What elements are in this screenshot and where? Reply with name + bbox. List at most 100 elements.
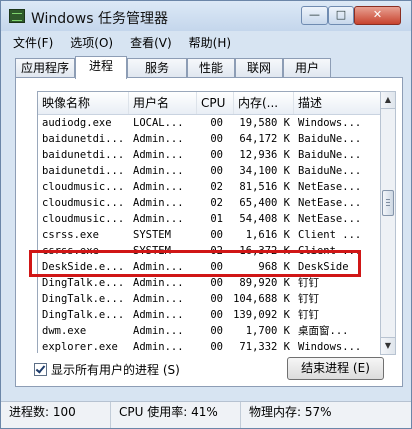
process-user-name: LOCAL... bbox=[133, 117, 184, 129]
tab-users[interactable]: 用户 bbox=[283, 58, 331, 78]
tab-services[interactable]: 服务 bbox=[127, 58, 187, 78]
menu-options[interactable]: 选项(O) bbox=[62, 32, 122, 51]
tab-applications[interactable]: 应用程序 bbox=[15, 58, 75, 78]
process-description: BaiduNe... bbox=[298, 165, 362, 177]
process-memory: 1,616 K bbox=[245, 229, 290, 241]
column-cpu[interactable]: CPU bbox=[197, 92, 234, 114]
process-user-name: Admin... bbox=[133, 165, 184, 177]
process-cpu: 02 bbox=[210, 181, 223, 193]
process-image-name: dwm.exe bbox=[42, 325, 87, 337]
maximize-button[interactable]: □ bbox=[328, 6, 354, 25]
process-image-name: DingTalk.e... bbox=[42, 277, 125, 289]
process-list[interactable]: 映像名称 用户名 CPU 内存(... 描述 audiodg.exe LOCAL.… bbox=[37, 91, 380, 355]
process-image-name: cloudmusic... bbox=[42, 213, 125, 225]
column-user-name[interactable]: 用户名 bbox=[129, 92, 197, 114]
process-memory: 968 K bbox=[258, 261, 290, 273]
column-description[interactable]: 描述 bbox=[294, 92, 380, 114]
process-image-name: cloudmusic... bbox=[42, 181, 125, 193]
process-image-name: audiodg.exe bbox=[42, 117, 112, 129]
process-image-name: csrss.exe bbox=[42, 229, 99, 241]
close-button[interactable]: ✕ bbox=[354, 6, 401, 25]
process-description: 钉钉 bbox=[298, 309, 319, 321]
process-cpu: 00 bbox=[210, 261, 223, 273]
process-cpu: 00 bbox=[210, 309, 223, 321]
process-row[interactable]: csrss.exe SYSTEM 00 1,616 K Client ... bbox=[38, 227, 380, 243]
process-image-name: DingTalk.e... bbox=[42, 293, 125, 305]
process-row[interactable]: cloudmusic... Admin... 02 65,400 K NetEase..… bbox=[38, 195, 380, 211]
process-cpu: 00 bbox=[210, 117, 223, 129]
process-image-name: DingTalk.e... bbox=[42, 309, 125, 321]
title-bar[interactable]: Windows 任务管理器 — □ ✕ bbox=[1, 1, 411, 31]
process-row[interactable]: DingTalk.e... Admin... 00 104,688 K 钉钉 bbox=[38, 291, 380, 307]
process-cpu: 02 bbox=[210, 245, 223, 257]
process-memory: 12,936 K bbox=[239, 149, 290, 161]
process-memory: 34,100 K bbox=[239, 165, 290, 177]
process-user-name: Admin... bbox=[133, 149, 184, 161]
process-cpu: 00 bbox=[210, 277, 223, 289]
show-all-users-label: 显示所有用户的进程 (S) bbox=[51, 363, 180, 377]
process-memory: 54,408 K bbox=[239, 213, 290, 225]
process-description: NetEase... bbox=[298, 197, 362, 209]
process-row[interactable]: DingTalk.e... Admin... 00 139,092 K 钉钉 bbox=[38, 307, 380, 323]
process-row[interactable]: baidunetdi... Admin... 00 34,100 K BaiduNe..… bbox=[38, 163, 380, 179]
process-row[interactable]: dwm.exe Admin... 00 1,700 K 桌面窗... bbox=[38, 323, 380, 339]
process-row[interactable]: audiodg.exe LOCAL... 00 19,580 K Windows... bbox=[38, 115, 380, 131]
scroll-thumb[interactable] bbox=[382, 190, 394, 216]
process-cpu: 00 bbox=[210, 149, 223, 161]
process-description: NetEase... bbox=[298, 213, 362, 225]
process-row[interactable]: cloudmusic... Admin... 01 54,408 K NetEase..… bbox=[38, 211, 380, 227]
process-user-name: Admin... bbox=[133, 181, 184, 193]
process-user-name: Admin... bbox=[133, 261, 184, 273]
process-description: 钉钉 bbox=[298, 277, 319, 289]
process-row[interactable]: DeskSide.e... Admin... 00 968 K DeskSide bbox=[38, 259, 380, 275]
minimize-button[interactable]: — bbox=[301, 6, 328, 25]
process-user-name: SYSTEM bbox=[133, 245, 171, 257]
column-memory[interactable]: 内存(... bbox=[234, 92, 294, 114]
process-memory: 1,700 K bbox=[245, 325, 290, 337]
status-physical-memory: 物理内存: 57% bbox=[240, 402, 411, 428]
process-memory: 19,580 K bbox=[239, 117, 290, 129]
checkbox-checked-icon[interactable] bbox=[34, 363, 47, 376]
menu-view[interactable]: 查看(V) bbox=[122, 32, 181, 51]
process-image-name: baidunetdi... bbox=[42, 149, 125, 161]
process-description: BaiduNe... bbox=[298, 149, 362, 161]
process-user-name: Admin... bbox=[133, 277, 184, 289]
tab-processes[interactable]: 进程 bbox=[75, 56, 127, 79]
show-all-users-checkbox[interactable]: 显示所有用户的进程 (S) bbox=[34, 361, 180, 378]
process-user-name: Admin... bbox=[133, 325, 184, 337]
process-list-header: 映像名称 用户名 CPU 内存(... 描述 bbox=[38, 92, 380, 115]
scroll-up-arrow-icon[interactable]: ▲ bbox=[381, 92, 395, 109]
process-row[interactable]: baidunetdi... Admin... 00 64,172 K BaiduNe..… bbox=[38, 131, 380, 147]
vertical-scrollbar[interactable]: ▲ ▼ bbox=[380, 91, 396, 355]
process-image-name: cloudmusic... bbox=[42, 197, 125, 209]
status-bar: 进程数: 100 CPU 使用率: 41% 物理内存: 57% bbox=[1, 401, 411, 428]
menu-file[interactable]: 文件(F) bbox=[5, 32, 62, 51]
tab-networking[interactable]: 联网 bbox=[235, 58, 283, 78]
status-cpu-usage: CPU 使用率: 41% bbox=[110, 402, 240, 428]
process-user-name: Admin... bbox=[133, 309, 184, 321]
column-image-name[interactable]: 映像名称 bbox=[38, 92, 129, 114]
task-manager-app-icon bbox=[9, 9, 25, 23]
process-user-name: SYSTEM bbox=[133, 229, 171, 241]
status-process-count: 进程数: 100 bbox=[9, 405, 76, 419]
process-description: 桌面窗... bbox=[298, 325, 349, 337]
menu-help[interactable]: 帮助(H) bbox=[181, 32, 240, 51]
process-image-name: DeskSide.e... bbox=[42, 261, 125, 273]
process-row[interactable]: csrss.exe SYSTEM 02 16,372 K Client ... bbox=[38, 243, 380, 259]
task-manager-window: Windows 任务管理器 — □ ✕ 文件(F) 选项(O) 查看(V) 帮助(H)… bbox=[0, 0, 412, 429]
tab-performance[interactable]: 性能 bbox=[187, 58, 235, 78]
process-row[interactable]: baidunetdi... Admin... 00 12,936 K BaiduNe..… bbox=[38, 147, 380, 163]
window-title: Windows 任务管理器 bbox=[31, 11, 168, 27]
process-cpu: 01 bbox=[210, 213, 223, 225]
process-rows: audiodg.exe LOCAL... 00 19,580 K Windows... b… bbox=[38, 115, 380, 354]
process-user-name: Admin... bbox=[133, 213, 184, 225]
process-row[interactable]: cloudmusic... Admin... 02 81,516 K NetEase..… bbox=[38, 179, 380, 195]
end-process-button[interactable]: 结束进程 (E) bbox=[287, 357, 384, 380]
process-memory: 81,516 K bbox=[239, 181, 290, 193]
process-description: Windows... bbox=[298, 117, 362, 129]
menu-bar: 文件(F) 选项(O) 查看(V) 帮助(H) bbox=[5, 32, 240, 52]
scroll-down-arrow-icon[interactable]: ▼ bbox=[381, 337, 395, 354]
process-cpu: 02 bbox=[210, 197, 223, 209]
process-image-name: baidunetdi... bbox=[42, 165, 125, 177]
process-row[interactable]: DingTalk.e... Admin... 00 89,920 K 钉钉 bbox=[38, 275, 380, 291]
